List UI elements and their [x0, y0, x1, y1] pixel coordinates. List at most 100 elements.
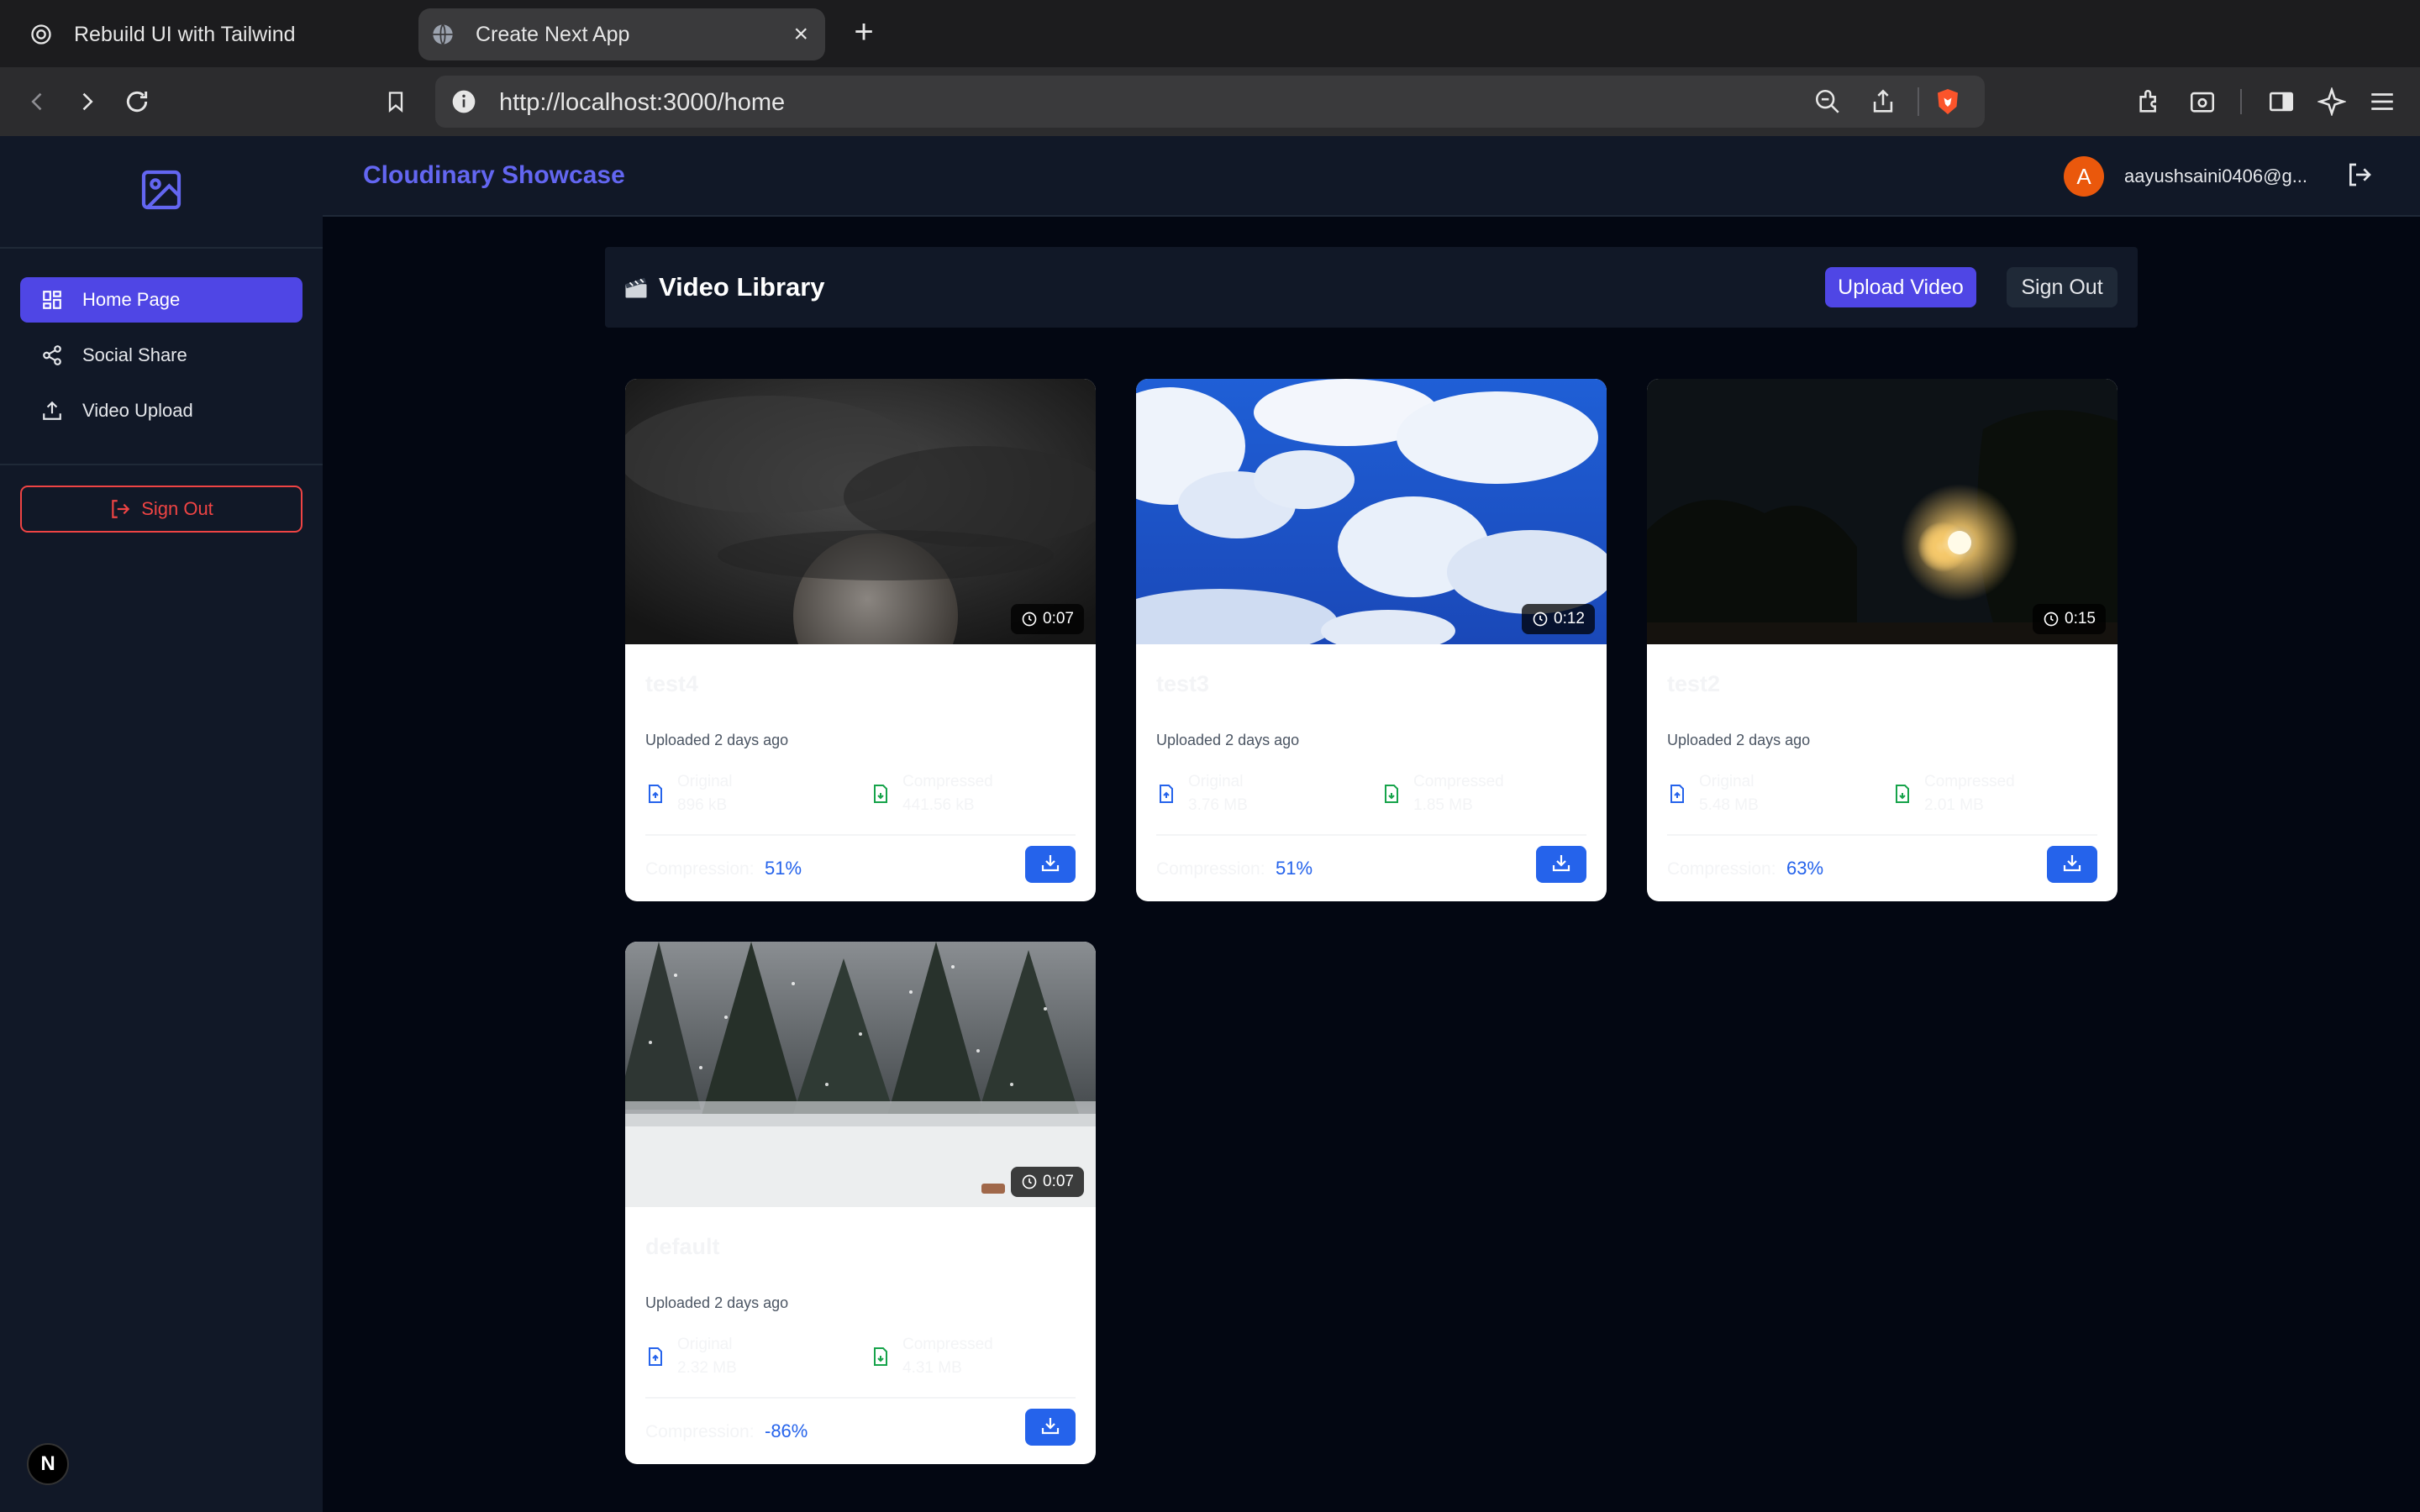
compression-value: 51% [1276, 858, 1313, 879]
next-dev-badge[interactable]: N [27, 1443, 69, 1485]
compressed-label: Compressed [1413, 773, 1504, 790]
original-label: Original [1188, 773, 1244, 790]
duration-text: 0:15 [2065, 610, 2096, 627]
extensions-icon[interactable] [2131, 82, 2170, 121]
avatar[interactable]: A [2064, 156, 2104, 197]
back-icon[interactable] [18, 82, 57, 121]
original-label: Original [1699, 773, 1754, 790]
duration-text: 0:07 [1043, 610, 1074, 627]
original-label: Original [677, 773, 733, 790]
compression-value: -86% [765, 1420, 808, 1441]
site-info-icon[interactable] [450, 88, 477, 115]
video-card[interactable]: 0:12 test3 Uploaded 2 days ago Original 3… [1136, 379, 1607, 901]
compression-value: 63% [1786, 858, 1824, 879]
sidebar-divider [0, 464, 323, 465]
duration-badge: 0:07 [1011, 1167, 1084, 1197]
upload-date: Uploaded 2 days ago [1667, 732, 1811, 748]
download-button[interactable] [2047, 846, 2097, 883]
close-tab-icon[interactable]: × [793, 20, 808, 49]
toolbar-divider [2240, 89, 2242, 114]
original-label: Original [677, 1336, 733, 1353]
wallet-icon[interactable] [2183, 82, 2222, 121]
upload-date: Uploaded 2 days ago [645, 732, 789, 748]
sidebar: Home Page Social Share Video Upload Sign… [0, 136, 323, 1512]
reload-icon[interactable] [118, 82, 156, 121]
share-page-icon[interactable] [1869, 87, 1897, 116]
compression-label: Compression: [1667, 859, 1776, 879]
original-size-stat: Original 2.32 MB [645, 1333, 737, 1380]
compressed-size-stat: Compressed 4.31 MB [871, 1333, 993, 1380]
file-down-icon [871, 1346, 892, 1368]
compressed-size: 1.85 MB [1413, 796, 1473, 814]
compressed-size-stat: Compressed 1.85 MB [1381, 770, 1504, 817]
clock-icon [1021, 611, 1038, 627]
browser-tab-rebuild-ui[interactable]: Rebuild UI with Tailwind [17, 8, 403, 60]
sidebar-toggle-icon[interactable] [2262, 82, 2301, 121]
forward-icon[interactable] [67, 82, 106, 121]
log-out-icon[interactable] [2346, 161, 2376, 192]
globe-icon [430, 22, 455, 47]
sidebar-item-video-upload[interactable]: Video Upload [20, 388, 302, 433]
clapper-icon [623, 275, 649, 300]
download-icon [1040, 853, 1060, 877]
leo-ai-icon[interactable] [2312, 82, 2351, 121]
original-size: 5.48 MB [1699, 796, 1759, 814]
compression-label: Compression: [645, 859, 755, 879]
sidebar-item-label: Home Page [82, 289, 181, 310]
brave-shields-icon[interactable] [1933, 86, 1963, 118]
bookmark-icon[interactable] [376, 82, 415, 121]
sidebar-item-label: Social Share [82, 344, 187, 365]
duration-badge: 0:12 [1522, 604, 1595, 634]
duration-text: 0:12 [1554, 610, 1585, 627]
file-down-icon [871, 783, 892, 805]
original-size: 896 kB [677, 796, 728, 814]
upload-date: Uploaded 2 days ago [1156, 732, 1300, 748]
card-divider [1156, 834, 1586, 836]
new-tab-icon[interactable]: + [845, 15, 882, 52]
sidebar-item-social-share[interactable]: Social Share [20, 333, 302, 378]
compression-value: 51% [765, 858, 802, 879]
download-icon [1551, 853, 1571, 877]
browser-tab-title: Rebuild UI with Tailwind [74, 22, 296, 46]
sidebar-item-home-page[interactable]: Home Page [20, 277, 302, 323]
compressed-label: Compressed [902, 1336, 993, 1353]
video-title: test3 [1156, 671, 1210, 696]
clock-icon [2043, 611, 2060, 627]
card-divider [645, 834, 1076, 836]
zoom-out-icon[interactable] [1813, 87, 1842, 116]
original-size-stat: Original 5.48 MB [1667, 770, 1759, 817]
image-icon [138, 166, 185, 218]
compressed-label: Compressed [1924, 773, 2015, 790]
upload-video-button[interactable]: Upload Video [1825, 267, 1976, 307]
card-divider [1667, 834, 2097, 836]
page-title-text: Video Library [659, 272, 825, 302]
app-header: Cloudinary Showcase A aayushsaini0406@g.… [323, 136, 2420, 217]
file-down-icon [1381, 783, 1403, 805]
menu-icon[interactable] [2363, 82, 2402, 121]
compressed-size: 2.01 MB [1924, 796, 1984, 814]
video-card[interactable]: 0:07 test4 Uploaded 2 days ago Original 8… [625, 379, 1096, 901]
file-up-icon [645, 1346, 667, 1368]
file-up-icon [645, 783, 667, 805]
sign-out-button[interactable]: Sign Out [2007, 267, 2118, 307]
browser-tab-title: Create Next App [476, 22, 630, 46]
compression-label: Compression: [1156, 859, 1265, 879]
upload-date: Uploaded 2 days ago [645, 1294, 789, 1311]
address-bar[interactable]: http://localhost:3000/home [435, 76, 1985, 128]
file-up-icon [1156, 783, 1178, 805]
sidebar-logo[interactable] [0, 136, 323, 249]
video-card[interactable]: 0:15 test2 Uploaded 2 days ago Original 5… [1647, 379, 2118, 901]
grid-icon [40, 288, 64, 312]
download-button[interactable] [1025, 846, 1076, 883]
original-size-stat: Original 896 kB [645, 770, 732, 817]
openai-icon [29, 22, 54, 47]
clock-icon [1532, 611, 1549, 627]
browser-tab-create-next-app[interactable]: Create Next App × [418, 8, 825, 60]
video-card[interactable]: 0:07 default Uploaded 2 days ago Origina… [625, 942, 1096, 1464]
brand-title[interactable]: Cloudinary Showcase [363, 161, 625, 190]
download-icon [1040, 1415, 1060, 1440]
download-icon [2062, 853, 2082, 877]
download-button[interactable] [1025, 1409, 1076, 1446]
sidebar-sign-out-button[interactable]: Sign Out [20, 486, 302, 533]
download-button[interactable] [1536, 846, 1586, 883]
